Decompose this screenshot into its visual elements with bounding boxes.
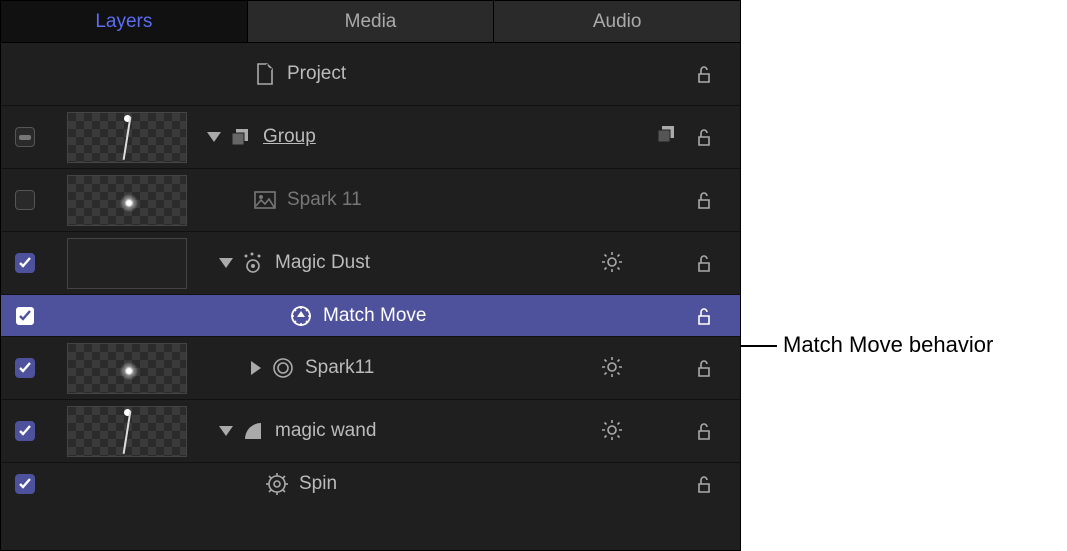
enable-checkbox[interactable]: [15, 421, 35, 441]
magic-wand-label: magic wand: [275, 420, 376, 442]
callout-line: [741, 345, 777, 347]
enable-checkbox[interactable]: [15, 127, 35, 147]
thumbnail[interactable]: [67, 238, 187, 289]
image-icon: [253, 189, 277, 211]
project-label: Project: [287, 63, 346, 85]
behavior-gear-icon: [265, 473, 289, 495]
thumbnail[interactable]: [67, 112, 187, 163]
enable-checkbox[interactable]: [15, 358, 35, 378]
row-spark11b[interactable]: Spark11: [1, 337, 740, 400]
match-move-label: Match Move: [323, 305, 426, 327]
lock-toggle[interactable]: [686, 127, 722, 147]
lock-toggle[interactable]: [686, 358, 722, 378]
lock-toggle[interactable]: [686, 253, 722, 273]
isolate-icon[interactable]: [656, 126, 678, 149]
tab-bar: Layers Media Audio: [1, 1, 740, 43]
group-label: Group: [263, 126, 316, 148]
tab-audio[interactable]: Audio: [494, 1, 740, 42]
row-spark11a[interactable]: Spark 11: [1, 169, 740, 232]
thumbnail[interactable]: [67, 406, 187, 457]
tab-media[interactable]: Media: [248, 1, 495, 42]
row-group[interactable]: Group: [1, 106, 740, 169]
disclosure-toggle[interactable]: [247, 361, 265, 375]
lock-toggle[interactable]: [686, 190, 722, 210]
callout-label: Match Move behavior: [783, 332, 993, 358]
spin-label: Spin: [299, 473, 337, 495]
row-match-move[interactable]: Match Move: [1, 295, 740, 337]
tab-layers[interactable]: Layers: [1, 1, 248, 42]
enable-checkbox[interactable]: [15, 474, 35, 494]
enable-checkbox[interactable]: [15, 253, 35, 273]
disclosure-toggle[interactable]: [205, 132, 223, 142]
lock-toggle[interactable]: [686, 421, 722, 441]
callout: Match Move behavior: [741, 0, 1067, 551]
spark11a-label: Spark 11: [287, 189, 362, 211]
layers-panel: Layers Media Audio Project: [0, 0, 741, 551]
layers-stack-icon: [229, 126, 253, 148]
row-magic-wand[interactable]: magic wand: [1, 400, 740, 463]
thumbnail[interactable]: [67, 343, 187, 394]
magic-dust-label: Magic Dust: [275, 252, 370, 274]
row-spin[interactable]: Spin: [1, 463, 740, 505]
gear-icon[interactable]: [600, 250, 626, 276]
shape-icon: [241, 420, 265, 442]
gear-icon[interactable]: [600, 418, 626, 444]
disclosure-toggle[interactable]: [217, 426, 235, 436]
row-project[interactable]: Project: [1, 43, 740, 106]
lock-toggle[interactable]: [686, 64, 722, 84]
spark11b-label: Spark11: [305, 357, 374, 379]
document-icon: [253, 63, 277, 85]
behavior-icon: [289, 305, 313, 327]
particle-cell-icon: [271, 357, 295, 379]
enable-checkbox[interactable]: [15, 306, 35, 326]
lock-toggle[interactable]: [686, 474, 722, 494]
gear-icon[interactable]: [600, 355, 626, 381]
disclosure-toggle[interactable]: [217, 258, 235, 268]
enable-checkbox[interactable]: [15, 190, 35, 210]
thumbnail[interactable]: [67, 175, 187, 226]
rows: Project Group: [1, 43, 740, 550]
lock-toggle[interactable]: [686, 306, 722, 326]
emitter-icon: [241, 252, 265, 274]
row-magic-dust[interactable]: Magic Dust: [1, 232, 740, 295]
